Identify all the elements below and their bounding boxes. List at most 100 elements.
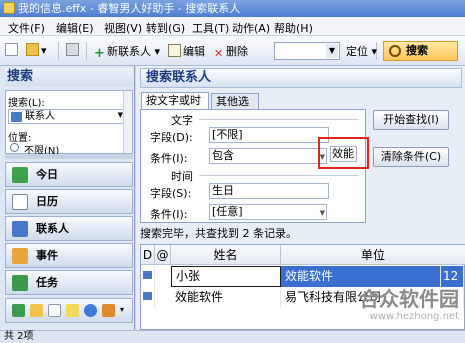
delete-button[interactable]: ✕ 删除 <box>214 43 248 61</box>
watermark: 合众软件园 www.hezhong.net <box>337 287 459 329</box>
contact-card-icon <box>11 112 22 122</box>
nav-contacts[interactable]: 联系人 <box>5 216 133 241</box>
chevron-down-icon[interactable]: ▾ <box>120 305 124 314</box>
pencil-icon <box>168 44 181 57</box>
nav-calendar-label: 日历 <box>36 195 58 208</box>
title-bar: 我的信息.effx - 睿智男人好助手 - 搜索联系人 <box>0 0 465 17</box>
search-status: 搜索完毕，共查找到 2 条记录。 <box>140 227 297 240</box>
menu-view[interactable]: 视图(V) <box>104 20 142 36</box>
cell-company: 效能软件 <box>281 266 441 287</box>
tab-text-or-time[interactable]: 按文字或时间 <box>141 92 209 123</box>
open-folder-button[interactable]: ▾ <box>26 43 47 57</box>
search-scope-label: 搜索(L): <box>8 98 45 109</box>
location-radio[interactable] <box>10 143 19 152</box>
menu-action[interactable]: 动作(A) <box>232 20 270 36</box>
search-scope-value: 联系人 <box>25 111 55 122</box>
time-condition-value: [任意] <box>212 205 243 218</box>
divider <box>199 119 359 120</box>
menu-bar: 文件(F) 编辑(E) 视图(V) 转到(G) 工具(T) 动作(A) 帮助(H… <box>0 17 465 36</box>
chevron-down-icon[interactable]: ▼ <box>326 44 338 58</box>
toolbar-search-combo[interactable]: ▼ <box>274 42 340 60</box>
sidebar-header: 搜索 <box>5 68 133 86</box>
watermark-url: www.hezhong.net <box>369 311 459 322</box>
events-icon <box>12 248 28 264</box>
settings-icon[interactable] <box>102 304 115 317</box>
watermark-title: 合众软件园 <box>359 287 459 311</box>
chevron-down-icon: ▼ <box>319 209 325 217</box>
calendar-icon <box>12 194 28 210</box>
print-button[interactable] <box>66 43 81 57</box>
contact-card-icon <box>141 266 155 287</box>
document-icon[interactable] <box>48 304 61 317</box>
toolbar-separator <box>58 42 59 60</box>
time-field-select[interactable]: 生日 <box>209 183 329 199</box>
menu-edit[interactable]: 编辑(E) <box>56 20 94 36</box>
cell-name: 效能软件 <box>171 287 281 308</box>
condition-select-value: 包含 <box>212 149 234 162</box>
folder-icon <box>26 43 39 56</box>
divider <box>199 175 359 176</box>
delete-label: 删除 <box>226 45 248 58</box>
nav-contacts-label: 联系人 <box>36 222 69 235</box>
contact-card-icon <box>141 287 155 308</box>
scrollbar[interactable] <box>123 91 132 153</box>
menu-tools[interactable]: 工具(T) <box>192 20 229 36</box>
edit-button[interactable]: 编辑 <box>168 43 205 59</box>
new-document-icon <box>5 43 18 56</box>
field-select[interactable]: [不限] <box>209 127 329 143</box>
column-header-company[interactable]: 单位 <box>281 245 465 265</box>
condition-label: 条件(I): <box>150 152 188 165</box>
column-header-attachment[interactable]: @ <box>155 245 171 265</box>
menu-help[interactable]: 帮助(H) <box>274 20 313 36</box>
condition-select[interactable]: 包含 ▼ <box>209 148 327 164</box>
search-button[interactable]: 搜索 <box>383 41 458 61</box>
nav-tasks-label: 任务 <box>36 276 58 289</box>
delete-x-icon: ✕ <box>214 47 224 60</box>
time-condition-label: 条件(I): <box>150 208 188 221</box>
text-group-label: 文字 <box>171 114 193 127</box>
table-row[interactable]: 小张 效能软件 12 <box>141 266 464 287</box>
nav-tasks[interactable]: 任务 <box>5 270 133 295</box>
search-button-label: 搜索 <box>406 44 428 57</box>
nav-today[interactable]: 今日 <box>5 162 133 187</box>
time-condition-select[interactable]: [任意] ▼ <box>209 204 327 220</box>
search-scope-select[interactable]: 联系人 ▼ <box>8 109 126 124</box>
locate-button[interactable]: 定位 ▾ <box>346 43 377 59</box>
window-title: 我的信息.effx - 睿智男人好助手 - 搜索联系人 <box>18 2 241 15</box>
edit-label: 编辑 <box>183 45 205 58</box>
today-icon <box>12 167 28 183</box>
field-select-value: [不限] <box>212 128 243 141</box>
search-scope-panel: 搜索(L): 联系人 ▼ 位置: 不限(N) <box>5 90 133 157</box>
tasks-icon <box>12 275 28 291</box>
notes-icon[interactable] <box>12 304 25 317</box>
time-field-value: 生日 <box>212 184 234 197</box>
menu-file[interactable]: 文件(F) <box>8 20 45 36</box>
tab-other-options[interactable]: 其他选项 <box>211 93 259 124</box>
clear-conditions-button[interactable]: 清除条件(C) <box>373 147 449 167</box>
toolbar-separator <box>86 42 87 60</box>
locate-label: 定位 <box>346 45 368 58</box>
time-field-label: 字段(S): <box>150 187 192 200</box>
new-contact-button[interactable]: + 新联系人 ▾ <box>94 43 160 61</box>
new-file-button[interactable] <box>5 43 20 57</box>
printer-icon <box>66 43 79 56</box>
app-icon <box>3 2 15 14</box>
nav-calendar[interactable]: 日历 <box>5 189 133 214</box>
nav-events[interactable]: 事件 <box>5 243 133 268</box>
cell-name: 小张 <box>171 266 281 287</box>
menu-go[interactable]: 转到(G) <box>146 20 185 36</box>
column-header-name[interactable]: 姓名 <box>171 245 281 265</box>
folder-icon[interactable] <box>30 304 43 317</box>
highlight-box <box>318 137 369 169</box>
time-group-label: 时间 <box>171 170 193 183</box>
page-title: 搜索联系人 <box>140 68 462 88</box>
start-search-button[interactable]: 开始查找(I) <box>373 110 449 130</box>
globe-icon[interactable] <box>84 304 97 317</box>
column-header-type[interactable]: D <box>141 245 155 265</box>
sticky-note-icon[interactable] <box>66 304 79 317</box>
status-bar: 共 2项 <box>0 330 465 343</box>
magnifier-icon <box>389 45 401 57</box>
contacts-icon <box>12 221 28 237</box>
sidebar-splitter[interactable] <box>5 154 133 159</box>
field-label: 字段(D): <box>150 131 193 144</box>
